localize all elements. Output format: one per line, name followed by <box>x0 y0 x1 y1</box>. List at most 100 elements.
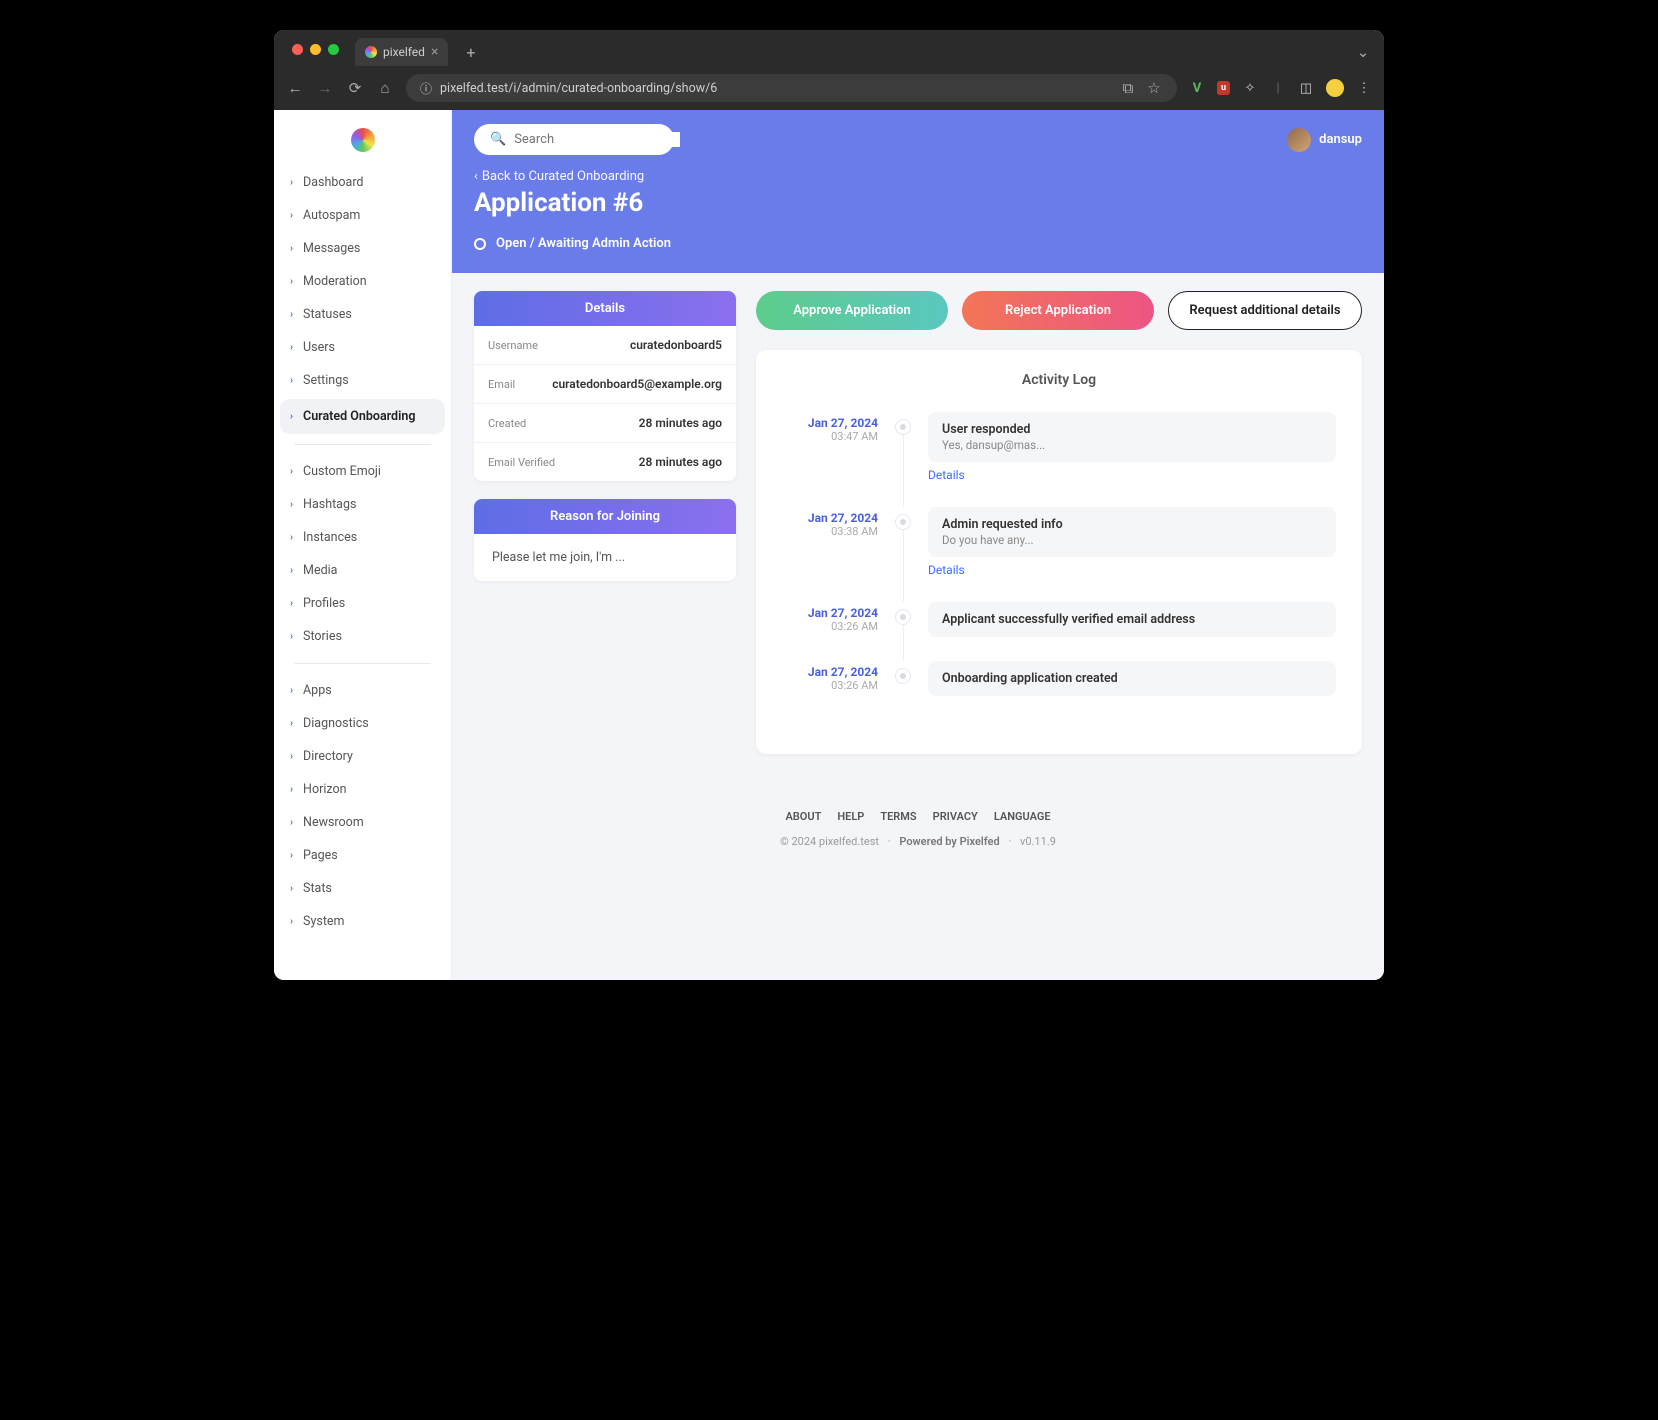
sidebar-item-diagnostics[interactable]: ›Diagnostics <box>274 707 451 740</box>
sidebar-item-label: Apps <box>303 683 332 698</box>
sidebar-item-directory[interactable]: ›Directory <box>274 740 451 773</box>
reload-icon[interactable]: ⟳ <box>346 79 364 97</box>
approve-button[interactable]: Approve Application <box>756 291 948 330</box>
sidebar-item-instances[interactable]: › Instances <box>274 521 451 554</box>
vue-devtools-icon[interactable]: V <box>1189 80 1205 96</box>
sidebar-item-label: Stats <box>303 881 332 896</box>
back-link[interactable]: ‹ Back to Curated Onboarding <box>474 169 1362 184</box>
footer-link-language[interactable]: LANGUAGE <box>994 810 1051 823</box>
log-date: Jan 27, 2024 <box>782 606 878 620</box>
page-title: Application #6 <box>474 188 1362 218</box>
chevron-right-icon: › <box>290 177 293 188</box>
chevron-right-icon: › <box>290 784 293 795</box>
sidebar-item-newsroom[interactable]: ›Newsroom <box>274 806 451 839</box>
bookmark-icon[interactable]: ☆ <box>1145 79 1163 97</box>
tabs-dropdown-icon[interactable]: ⌄ <box>1354 43 1372 61</box>
timeline-dot-icon <box>895 419 911 435</box>
detail-row: Created 28 minutes ago <box>474 404 736 443</box>
log-details-link[interactable]: Details <box>928 563 965 577</box>
sidebar-item-label: Horizon <box>303 782 346 797</box>
sidebar-item-settings[interactable]: › Settings <box>274 364 451 397</box>
sidebar-item-autospam[interactable]: ›Autospam <box>274 199 451 232</box>
install-icon[interactable]: ⧉ <box>1119 79 1137 97</box>
footer-link-about[interactable]: ABOUT <box>785 810 821 823</box>
sidebar-item-label: Diagnostics <box>303 716 369 731</box>
sidebar-item-curated-onboarding[interactable]: ›Curated Onboarding <box>280 399 445 434</box>
detail-value: 28 minutes ago <box>639 416 722 430</box>
timeline-line <box>903 530 904 602</box>
sidebar-item-label: Dashboard <box>303 175 363 190</box>
activity-log-item: Jan 27, 2024 03:47 AM User responded Yes… <box>782 412 1336 507</box>
user-menu[interactable]: dansup <box>1287 128 1362 152</box>
footer-link-terms[interactable]: TERMS <box>880 810 916 823</box>
forward-icon: → <box>316 79 334 97</box>
log-time: 03:26 AM <box>782 620 878 633</box>
activity-log-item: Jan 27, 2024 03:26 AM Onboarding applica… <box>782 661 1336 720</box>
chevron-right-icon: › <box>290 309 293 320</box>
sidebar-item-dashboard[interactable]: › Dashboard <box>274 166 451 199</box>
tab-close-icon[interactable]: × <box>431 44 438 60</box>
sidebar-item-label: Instances <box>303 530 357 545</box>
sidebar-item-apps[interactable]: ›Apps <box>274 674 451 707</box>
logo-icon[interactable] <box>351 128 375 152</box>
reject-button[interactable]: Reject Application <box>962 291 1154 330</box>
detail-value: curatedonboard5 <box>630 338 722 352</box>
sidebar-item-profiles[interactable]: ›Profiles <box>274 587 451 620</box>
chevron-right-icon: › <box>290 375 293 386</box>
extensions-icon[interactable]: ✧ <box>1242 80 1258 96</box>
sidebar-item-statuses[interactable]: ›Statuses <box>274 298 451 331</box>
sidebar-item-stories[interactable]: ›Stories <box>274 620 451 653</box>
chevron-right-icon: › <box>290 751 293 762</box>
ublock-icon[interactable]: u <box>1217 81 1230 95</box>
log-subtitle: Yes, dansup@mas... <box>942 438 1322 452</box>
sidebar-item-label: Hashtags <box>303 497 356 512</box>
window-minimize-button[interactable] <box>310 44 321 55</box>
search-box[interactable]: 🔍 <box>474 124 674 155</box>
sidebar-item-label: System <box>303 914 344 929</box>
sidebar-item-messages[interactable]: ›Messages <box>274 232 451 265</box>
log-title: Admin requested info <box>942 517 1322 532</box>
favicon-icon <box>365 46 377 58</box>
window-close-button[interactable] <box>292 44 303 55</box>
reason-text: Please let me join, I'm ... <box>474 534 736 581</box>
timeline-line <box>903 435 904 507</box>
menu-icon[interactable]: ⋮ <box>1356 80 1372 96</box>
sidebar-item-horizon[interactable]: › Horizon <box>274 773 451 806</box>
sidebar-item-moderation[interactable]: ›Moderation <box>274 265 451 298</box>
home-icon[interactable]: ⌂ <box>376 79 394 97</box>
sidepanel-icon[interactable]: ◫ <box>1298 80 1314 96</box>
chevron-right-icon: › <box>290 631 293 642</box>
window-maximize-button[interactable] <box>328 44 339 55</box>
detail-label: Email <box>488 378 515 391</box>
log-details-link[interactable]: Details <box>928 468 965 482</box>
browser-chrome: pixelfed × + ⌄ ← → ⟳ ⌂ ⓘ pixelfed.test/i… <box>274 30 1384 110</box>
request-details-button[interactable]: Request additional details <box>1168 291 1362 330</box>
timeline-dot-icon <box>895 668 911 684</box>
browser-tab[interactable]: pixelfed × <box>355 38 448 66</box>
sidebar-item-pages[interactable]: ›Pages <box>274 839 451 872</box>
site-info-icon[interactable]: ⓘ <box>420 80 432 97</box>
footer-powered[interactable]: Powered by Pixelfed <box>899 835 999 848</box>
chevron-left-icon: ‹ <box>474 169 478 184</box>
footer-link-privacy[interactable]: PRIVACY <box>933 810 978 823</box>
address-bar[interactable]: ⓘ pixelfed.test/i/admin/curated-onboardi… <box>406 74 1177 102</box>
footer-link-help[interactable]: HELP <box>837 810 864 823</box>
sidebar-item-custom-emoji[interactable]: ›Custom Emoji <box>274 455 451 488</box>
profile-avatar-icon[interactable] <box>1326 79 1344 97</box>
chevron-right-icon: › <box>290 565 293 576</box>
detail-label: Created <box>488 417 526 430</box>
sidebar-item-stats[interactable]: ›Stats <box>274 872 451 905</box>
log-time: 03:47 AM <box>782 430 878 443</box>
footer-version: v0.11.9 <box>1020 835 1056 848</box>
chevron-right-icon: › <box>290 532 293 543</box>
log-entry: Applicant successfully verified email ad… <box>928 602 1336 637</box>
new-tab-button[interactable]: + <box>458 39 483 66</box>
sidebar-item-system[interactable]: ›System <box>274 905 451 938</box>
sidebar-item-label: Settings <box>303 373 349 388</box>
log-subtitle: Do you have any... <box>942 533 1322 547</box>
search-input[interactable] <box>514 132 680 147</box>
sidebar-item-hashtags[interactable]: ›Hashtags <box>274 488 451 521</box>
sidebar-item-users[interactable]: ›Users <box>274 331 451 364</box>
sidebar-item-media[interactable]: ›Media <box>274 554 451 587</box>
back-icon[interactable]: ← <box>286 79 304 97</box>
